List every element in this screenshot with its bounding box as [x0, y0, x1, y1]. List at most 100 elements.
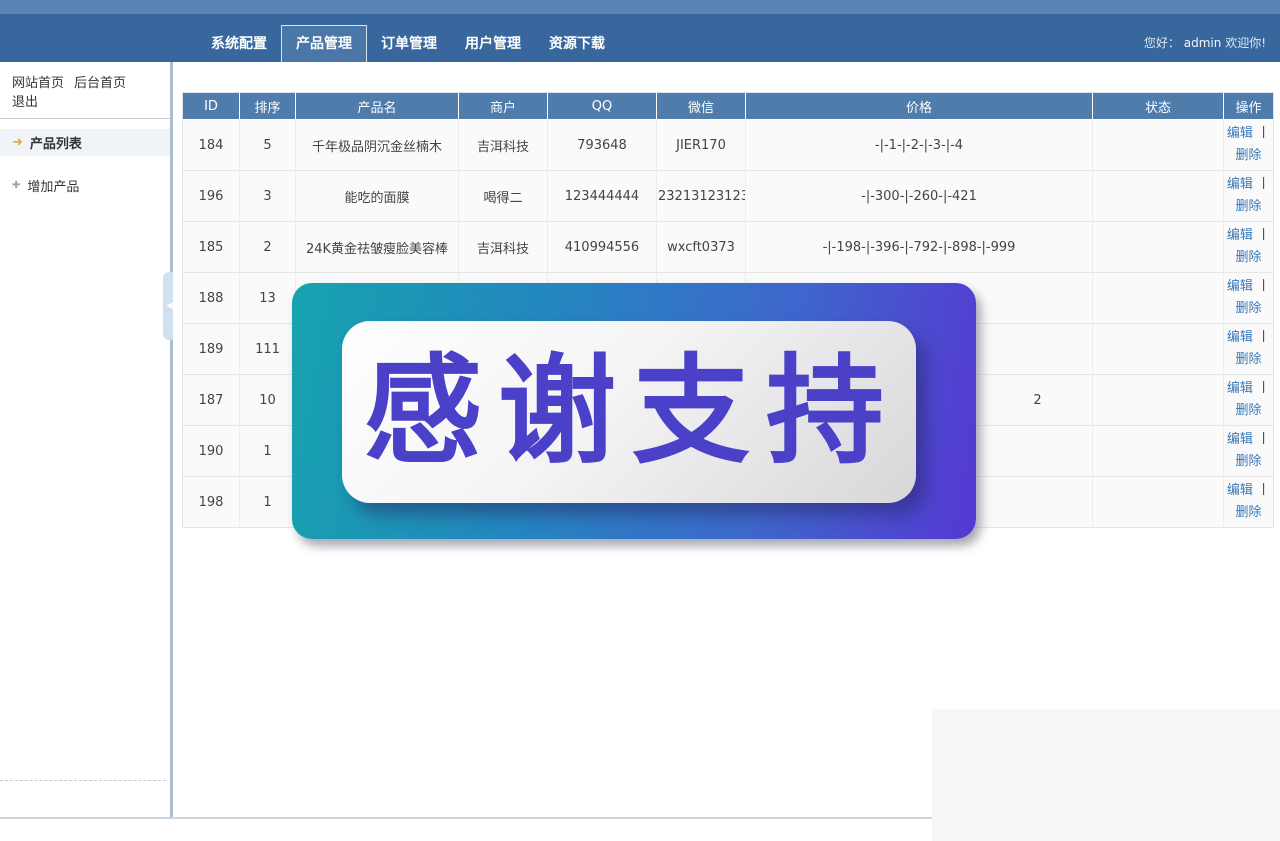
bottom-divider	[0, 817, 932, 819]
sidebar-item-label: 产品列表	[30, 133, 82, 152]
cell-actions: 编辑 丨 删除	[1224, 477, 1274, 528]
cell-actions: 编辑 丨 删除	[1224, 273, 1274, 324]
sidebar-link-退出[interactable]: 退出	[12, 91, 38, 110]
cell-status	[1093, 324, 1224, 375]
username: admin	[1184, 36, 1222, 50]
sidebar-link-后台首页[interactable]: 后台首页	[74, 72, 126, 91]
cell-status	[1093, 477, 1224, 528]
table-row: 185224K黄金祛皱瘦脸美容棒吉洱科技410994556wxcft0373-|…	[183, 222, 1274, 273]
welcome-prefix: 您好：	[1144, 36, 1180, 50]
cell-id: 198	[183, 477, 240, 528]
sidebar-item-产品列表[interactable]: ➜ 产品列表	[0, 129, 170, 156]
cell-id: 188	[183, 273, 240, 324]
cell-price: -|-300-|-260-|-421	[746, 171, 1093, 222]
cell-product-name: 千年极品阴沉金丝楠木	[296, 120, 459, 171]
thanks-text: 感谢支持	[364, 341, 900, 483]
edit-link[interactable]: 编辑	[1227, 279, 1253, 294]
delete-link[interactable]: 删除	[1235, 403, 1261, 418]
sidebar-item-label: 增加产品	[27, 176, 79, 195]
delete-link[interactable]: 删除	[1235, 352, 1261, 367]
cell-product-name: 24K黄金祛皱瘦脸美容棒	[296, 222, 459, 273]
cell-id: 187	[183, 375, 240, 426]
cell-wechat: wxcft0373	[657, 222, 746, 273]
cell-product-name: 能吃的面膜	[296, 171, 459, 222]
cell-qq: 793648	[548, 120, 657, 171]
cell-status	[1093, 171, 1224, 222]
column-header-QQ: QQ	[548, 93, 657, 120]
edit-link[interactable]: 编辑	[1227, 432, 1253, 447]
cell-price: -|-198-|-396-|-792-|-898-|-999	[746, 222, 1093, 273]
collapse-arrow-icon: ◀	[166, 301, 173, 311]
bottom-right-panel	[932, 709, 1280, 841]
column-header-商户: 商户	[459, 93, 548, 120]
cell-sort: 111	[240, 324, 296, 375]
admin-page: 系统配置产品管理订单管理用户管理资源下载 您好： admin 欢迎你! 网站首页…	[0, 0, 1280, 841]
sidebar-dashed-divider	[0, 780, 166, 781]
cell-qq: 410994556	[548, 222, 657, 273]
column-header-ID: ID	[183, 93, 240, 120]
cell-merchant: 吉洱科技	[459, 222, 548, 273]
cell-id: 185	[183, 222, 240, 273]
delete-link[interactable]: 删除	[1235, 301, 1261, 316]
sidebar-item-增加产品[interactable]: ✚ 增加产品	[0, 172, 170, 199]
edit-link[interactable]: 编辑	[1227, 330, 1253, 345]
nav-tabs: 系统配置产品管理订单管理用户管理资源下载	[197, 14, 619, 62]
edit-link[interactable]: 编辑	[1227, 177, 1253, 192]
cell-sort: 1	[240, 426, 296, 477]
edit-link[interactable]: 编辑	[1227, 228, 1253, 243]
cell-sort: 13	[240, 273, 296, 324]
cell-sort: 2	[240, 222, 296, 273]
top-strip	[0, 0, 1280, 14]
orange-arrow-icon: ➜	[12, 135, 23, 150]
cell-sort: 3	[240, 171, 296, 222]
table-row: 1845千年极品阴沉金丝楠木吉洱科技793648JIER170-|-1-|-2-…	[183, 120, 1274, 171]
delete-link[interactable]: 删除	[1235, 505, 1261, 520]
cell-id: 189	[183, 324, 240, 375]
cell-id: 196	[183, 171, 240, 222]
sidebar: 网站首页后台首页退出 ➜ 产品列表 ✚ 增加产品	[0, 62, 170, 817]
delete-link[interactable]: 删除	[1235, 199, 1261, 214]
sidebar-link-网站首页[interactable]: 网站首页	[12, 72, 64, 91]
column-header-产品名: 产品名	[296, 93, 459, 120]
cell-actions: 编辑 丨 删除	[1224, 375, 1274, 426]
delete-link[interactable]: 删除	[1235, 148, 1261, 163]
column-header-价格: 价格	[746, 93, 1093, 120]
cell-actions: 编辑 丨 删除	[1224, 120, 1274, 171]
column-header-操作: 操作	[1224, 93, 1274, 120]
cell-price: -|-1-|-2-|-3-|-4	[746, 120, 1093, 171]
cell-merchant: 吉洱科技	[459, 120, 548, 171]
cell-status	[1093, 222, 1224, 273]
cell-qq: 123444444	[548, 171, 657, 222]
column-header-排序: 排序	[240, 93, 296, 120]
top-navbar: 系统配置产品管理订单管理用户管理资源下载 您好： admin 欢迎你!	[0, 14, 1280, 62]
cell-actions: 编辑 丨 删除	[1224, 222, 1274, 273]
cell-actions: 编辑 丨 删除	[1224, 426, 1274, 477]
welcome-suffix: 欢迎你!	[1225, 36, 1266, 50]
delete-link[interactable]: 删除	[1235, 454, 1261, 469]
nav-tab-资源下载[interactable]: 资源下载	[535, 26, 619, 62]
cell-actions: 编辑 丨 删除	[1224, 171, 1274, 222]
delete-link[interactable]: 删除	[1235, 250, 1261, 265]
cell-status	[1093, 426, 1224, 477]
edit-link[interactable]: 编辑	[1227, 483, 1253, 498]
table-row: 1963能吃的面膜喝得二12344444423213123123-|-300-|…	[183, 171, 1274, 222]
welcome-text: 您好： admin 欢迎你!	[1144, 34, 1266, 51]
grey-plus-icon: ✚	[12, 180, 20, 191]
nav-tab-系统配置[interactable]: 系统配置	[197, 26, 281, 62]
column-header-状态: 状态	[1093, 93, 1224, 120]
cell-wechat: 23213123123	[657, 171, 746, 222]
cell-sort: 10	[240, 375, 296, 426]
edit-link[interactable]: 编辑	[1227, 381, 1253, 396]
nav-tab-用户管理[interactable]: 用户管理	[451, 26, 535, 62]
sidebar-menu: ➜ 产品列表 ✚ 增加产品	[0, 129, 170, 199]
cell-sort: 5	[240, 120, 296, 171]
cell-actions: 编辑 丨 删除	[1224, 324, 1274, 375]
sidebar-quick-links: 网站首页后台首页退出	[0, 62, 170, 119]
cell-id: 190	[183, 426, 240, 477]
edit-link[interactable]: 编辑	[1227, 126, 1253, 141]
nav-tab-订单管理[interactable]: 订单管理	[367, 26, 451, 62]
cell-status	[1093, 120, 1224, 171]
nav-tab-产品管理[interactable]: 产品管理	[281, 25, 367, 62]
cell-sort: 1	[240, 477, 296, 528]
cell-status	[1093, 375, 1224, 426]
